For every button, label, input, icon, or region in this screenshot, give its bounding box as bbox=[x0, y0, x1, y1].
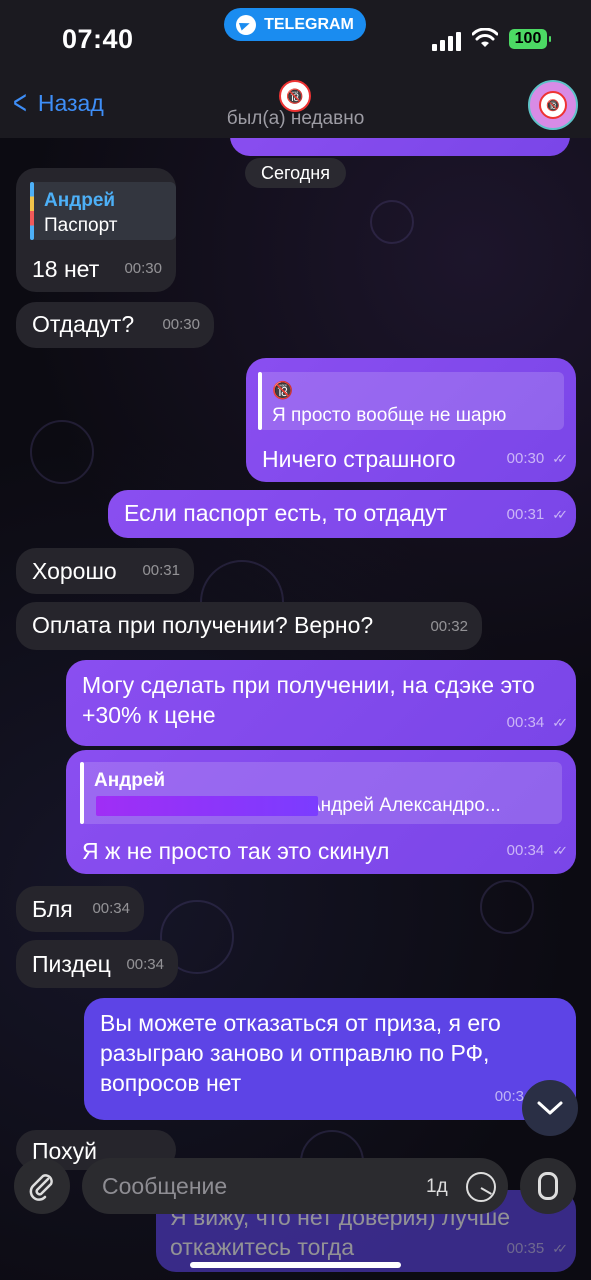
message-time: 00:30 bbox=[506, 450, 545, 467]
wallpaper-doodle bbox=[480, 880, 534, 934]
message-meta: 00:31 ✓✓ bbox=[506, 500, 568, 530]
message-bubble-out[interactable]: 🔞 Я просто вообще не шарю Ничего страшно… bbox=[246, 358, 576, 482]
read-checks-icon: ✓✓ bbox=[552, 715, 568, 730]
reply-text: Паспорт bbox=[44, 215, 118, 236]
message-text: Хорошо bbox=[32, 558, 117, 584]
message-meta: 00:34 bbox=[92, 894, 130, 924]
message-bubble-out[interactable]: Могу сделать при получении, на сдэке это… bbox=[66, 660, 576, 746]
read-checks-icon: ✓✓ bbox=[552, 843, 568, 858]
message-time: 00:34 bbox=[126, 956, 164, 973]
avatar-emoji: 🔞 bbox=[539, 91, 567, 119]
wallpaper-doodle bbox=[370, 200, 414, 244]
message-text: Вы можете отказаться от приза, я его раз… bbox=[100, 1010, 501, 1096]
read-checks-icon: ✓✓ bbox=[552, 451, 568, 466]
voice-record-button[interactable] bbox=[520, 1158, 576, 1214]
message-input[interactable]: Сообщение 1д bbox=[82, 1158, 508, 1214]
message-time: 00:30 bbox=[162, 316, 200, 333]
paperclip-icon bbox=[29, 1174, 53, 1201]
reply-author: Андрей bbox=[44, 190, 116, 211]
message-meta: 00:34 ✓✓ bbox=[506, 708, 568, 738]
message-text: 18 нет bbox=[32, 256, 100, 282]
telegram-pill-label: TELEGRAM bbox=[264, 15, 354, 33]
reply-author: Андрей bbox=[94, 770, 166, 791]
avatar[interactable]: 🔞 bbox=[528, 80, 578, 130]
contact-status[interactable]: был(а) недавно bbox=[0, 108, 591, 130]
telegram-icon bbox=[236, 14, 257, 35]
reply-text: Андрей Александро... bbox=[308, 795, 501, 816]
message-input-placeholder: Сообщение bbox=[102, 1173, 228, 1199]
scroll-down-button[interactable] bbox=[522, 1080, 578, 1136]
message-text: Пиздец bbox=[32, 951, 111, 977]
chat-header: < Назад 🔞 был(а) недавно 🔞 bbox=[0, 80, 591, 138]
message-text: Если паспорт есть, то отдадут bbox=[124, 500, 448, 526]
message-bubble-out[interactable]: Если паспорт есть, то отдадут 00:31 ✓✓ bbox=[108, 490, 576, 538]
message-meta: 00:30 bbox=[124, 254, 162, 284]
message-bubble-in[interactable]: Андрей Паспорт 18 нет 00:30 bbox=[16, 168, 176, 292]
battery-icon: 100 bbox=[509, 29, 551, 49]
reply-author: 🔞 bbox=[272, 381, 294, 400]
message-bubble-out[interactable]: Вы можете отказаться от приза, я его раз… bbox=[84, 998, 576, 1120]
read-checks-icon: ✓✓ bbox=[552, 507, 568, 522]
message-bubble-in[interactable]: Бля 00:34 bbox=[16, 886, 144, 932]
message-composer: Сообщение 1д bbox=[0, 1150, 591, 1280]
message-bubble-in[interactable]: Пиздец 00:34 bbox=[16, 940, 178, 988]
home-indicator bbox=[190, 1262, 401, 1268]
autodelete-timer-label[interactable]: 1д bbox=[426, 1176, 448, 1198]
message-time: 00:34 bbox=[506, 842, 545, 859]
chat-screen: 00:30 ✓✓ Сегодня Андрей Паспорт 18 нет 00… bbox=[0, 0, 591, 1280]
clock: 07:40 bbox=[62, 24, 134, 54]
wallpaper-doodle bbox=[30, 420, 94, 484]
chevron-down-icon bbox=[537, 1101, 563, 1115]
message-time: 00:32 bbox=[430, 618, 468, 635]
message-time: 00:34 bbox=[92, 900, 130, 917]
message-text: Ничего страшного bbox=[262, 446, 456, 472]
message-bubble-in[interactable]: Хорошо 00:31 bbox=[16, 548, 194, 594]
message-meta: 00:30 ✓✓ bbox=[506, 444, 568, 474]
reply-text: Я просто вообще не шарю bbox=[272, 405, 507, 426]
message-meta: 00:34 bbox=[126, 950, 164, 980]
telegram-pill[interactable]: TELEGRAM bbox=[224, 8, 366, 41]
status-bar: 07:40 TELEGRAM 100 bbox=[0, 0, 591, 80]
signal-icon bbox=[432, 32, 461, 51]
message-bubble-in[interactable]: Отдадут? 00:30 bbox=[16, 302, 214, 348]
battery-level: 100 bbox=[514, 30, 542, 47]
microphone-icon bbox=[538, 1172, 558, 1200]
attach-button[interactable] bbox=[14, 1158, 70, 1214]
message-meta: 00:31 bbox=[142, 556, 180, 586]
message-text: Оплата при получении? Верно? bbox=[32, 612, 374, 638]
message-time: 00:31 bbox=[142, 562, 180, 579]
message-time: 00:34 bbox=[506, 714, 545, 731]
message-meta: 00:34 ✓✓ bbox=[506, 836, 568, 866]
message-meta: 00:3 bbox=[495, 1082, 524, 1112]
message-text: Могу сделать при получении, на сдэке это… bbox=[82, 672, 535, 728]
message-text: Отдадут? bbox=[32, 311, 135, 337]
date-separator: Сегодня bbox=[245, 158, 346, 188]
reply-preview[interactable]: Андрей Паспорт bbox=[30, 182, 176, 240]
message-text: Бля bbox=[32, 896, 73, 922]
message-time: 00:31 bbox=[506, 506, 545, 523]
message-text: Я ж не просто так это скинул bbox=[82, 838, 390, 864]
message-time: 00:3 bbox=[494, 1088, 524, 1105]
timer-icon[interactable] bbox=[466, 1172, 496, 1202]
message-bubble-in[interactable]: Оплата при получении? Верно? 00:32 bbox=[16, 602, 482, 650]
message-meta: 00:30 bbox=[162, 310, 200, 340]
redacted-block bbox=[96, 796, 318, 816]
message-time: 00:30 bbox=[124, 260, 162, 277]
wifi-icon bbox=[472, 28, 498, 47]
reply-preview[interactable]: 🔞 Я просто вообще не шарю bbox=[258, 372, 564, 430]
message-meta: 00:32 bbox=[430, 612, 468, 642]
